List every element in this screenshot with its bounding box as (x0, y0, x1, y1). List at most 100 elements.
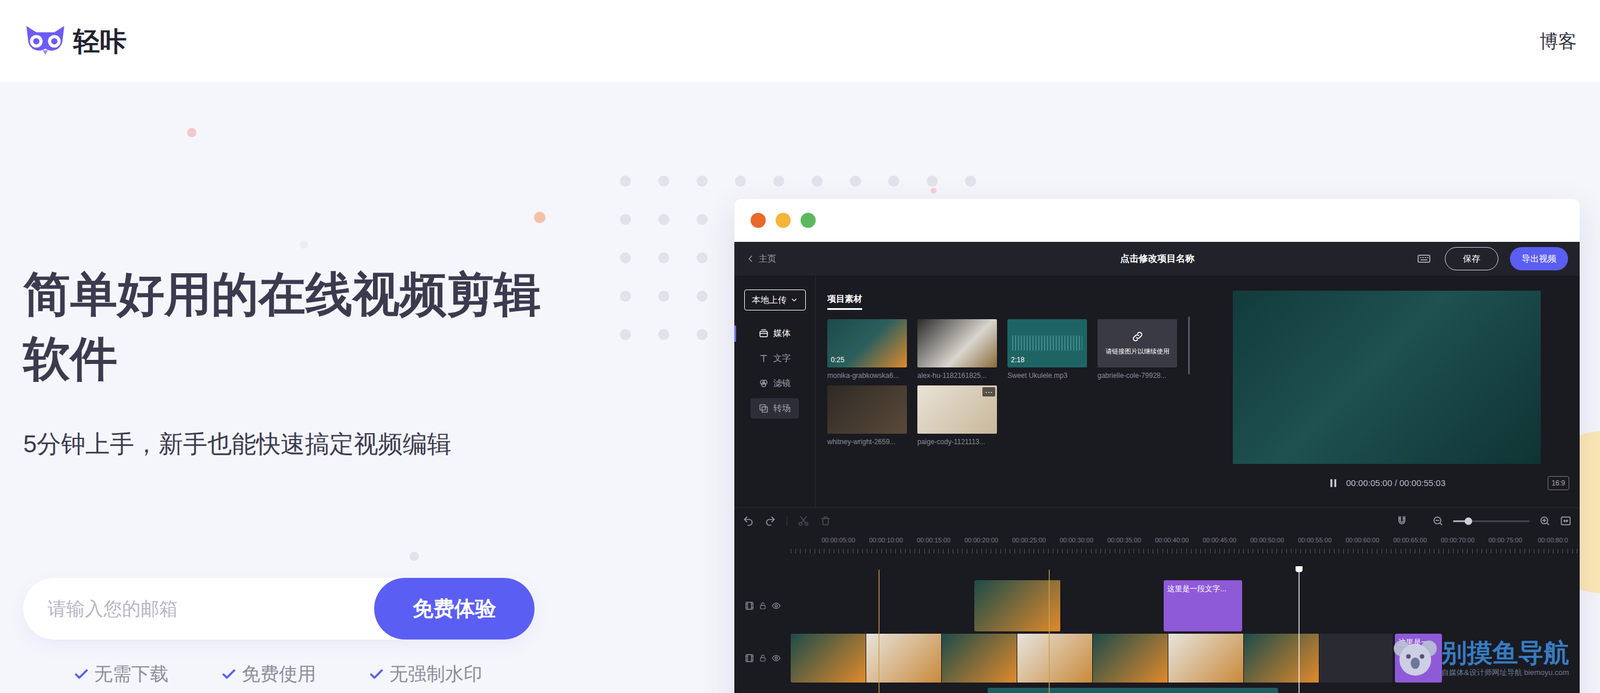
zoom-knob[interactable] (1464, 517, 1473, 525)
clip-label: 这里是一... (1398, 636, 1439, 647)
ruler-label: 00:00:55:00 (1290, 535, 1339, 544)
fit-icon[interactable] (1559, 514, 1572, 527)
timeline-track: 这里是一... (734, 633, 1580, 683)
editor-body: 本地上传媒体文字滤镜转场 项目素材 0:25monika-grabkowska6.… (734, 275, 1580, 508)
editor-topbar: 主页 点击修改项目名称 保存导出视频 (734, 241, 1580, 276)
redo-icon[interactable] (764, 514, 777, 527)
timeline-ruler[interactable]: 00:00:05:0000:00:10:0000:00:15:0000:00:2… (734, 533, 1580, 557)
pause-icon[interactable] (1327, 476, 1340, 489)
zoom-slider[interactable] (1453, 519, 1530, 522)
sidebar-item[interactable]: 滤镜 (734, 370, 816, 396)
sidebar-item-body: 滤镜 (750, 372, 799, 394)
save-button[interactable]: 保存 (1444, 246, 1499, 271)
asset-card[interactable]: ···paige-cody-1121113... (917, 385, 997, 447)
media-clip[interactable] (790, 633, 1320, 683)
sidebar-item[interactable]: 转场 (734, 395, 816, 421)
asset-card[interactable]: 0:25monika-grabkowska6... (827, 318, 907, 381)
logo-text[interactable]: 轻咔 (73, 27, 127, 55)
window-control[interactable] (800, 212, 816, 228)
feature-label: 无需下载 (94, 660, 169, 687)
selected-indicator (734, 325, 737, 342)
playhead[interactable] (1298, 569, 1300, 693)
logo-icon[interactable] (23, 23, 68, 60)
window-titlebar (734, 198, 1580, 242)
ruler-label: 00:00:45:00 (1195, 535, 1244, 544)
eye-icon[interactable] (771, 600, 781, 611)
eye-icon[interactable] (771, 653, 781, 663)
assets-grid: 0:25monika-grabkowska6...alex-hu-1182161… (827, 318, 1194, 447)
sidebar-label: 媒体 (773, 326, 791, 340)
feature-item: 无需下载 (73, 660, 169, 687)
trash-icon[interactable] (819, 514, 832, 527)
small-pink-dot (930, 187, 937, 194)
feature-label: 无强制水印 (389, 660, 483, 687)
clip-frame (1017, 633, 1093, 683)
undo-icon[interactable] (742, 514, 755, 527)
clip-frame (866, 633, 942, 683)
ruler-label: 00:00:65:00 (1386, 535, 1434, 544)
track-header (734, 633, 791, 683)
asset-name: Sweet Ukulele.mp3 (1007, 370, 1088, 381)
assets-scrollbar[interactable] (1188, 316, 1190, 375)
magnet-icon[interactable] (1396, 514, 1408, 527)
audio-clip[interactable] (987, 687, 1279, 693)
ruler-label: 00:00:35:00 (1100, 535, 1149, 544)
preview-panel: 00:00:05:00 / 00:00:55:0316:9 (1193, 275, 1580, 508)
chevron-down-icon (790, 295, 799, 304)
track-lane: 这里是一段文字... (790, 579, 1580, 631)
film-icon[interactable] (744, 600, 755, 611)
in-marker[interactable] (878, 569, 880, 693)
clip-frame (1243, 633, 1320, 683)
cta-button[interactable]: 免费体验 (374, 577, 535, 640)
link-icon (1131, 329, 1144, 343)
export-button[interactable]: 导出视频 (1509, 246, 1569, 271)
window-control[interactable] (775, 212, 791, 228)
nav: 博客 (1539, 27, 1577, 56)
sidebar-label: 滤镜 (773, 376, 791, 390)
playback-controls: 00:00:05:00 / 00:00:55:0316:9 (1193, 472, 1580, 493)
window-control[interactable] (750, 212, 766, 228)
asset-duration: 2:18 (1010, 354, 1025, 365)
feature-item: 免费使用 (220, 660, 317, 687)
app-preview: 主页 点击修改项目名称 保存导出视频 本地上传媒体文字滤镜转场 项目素材 0:25mo… (734, 81, 1580, 693)
project-name[interactable]: 点击修改项目名称 (1120, 251, 1195, 266)
hero-copy: 简单好用的在线视频剪辑软件5分钟上手，新手也能快速搞定视频编辑免费体验无需下载免… (0, 81, 735, 693)
upload-button[interactable]: 本地上传 (744, 289, 806, 311)
asset-thumbnail: 2:18 (1007, 318, 1088, 368)
email-input[interactable] (23, 577, 375, 640)
logo[interactable]: 轻咔 (23, 23, 127, 60)
out-marker[interactable] (1048, 569, 1050, 693)
media-clip[interactable] (974, 579, 1061, 631)
asset-card[interactable]: whitney-wright-2659... (827, 385, 907, 447)
clip-label: 这里是一段文字... (1167, 583, 1239, 594)
assets-tab[interactable]: 项目素材 (827, 292, 863, 310)
text-clip[interactable]: 这里是一... (1394, 633, 1442, 683)
clip-frame (941, 633, 1018, 683)
sidebar-item[interactable]: 文字 (734, 345, 816, 371)
asset-menu[interactable]: ··· (982, 386, 996, 397)
asset-card[interactable]: 请链接图片以继续使用gabrielle-cole-79928... (1097, 318, 1178, 381)
chevron-left-icon (745, 253, 756, 264)
aspect-ratio[interactable]: 16:9 (1547, 475, 1570, 490)
playhead-handle[interactable] (1295, 565, 1303, 572)
sidebar-item[interactable]: 媒体 (734, 320, 816, 346)
text-clip[interactable]: 这里是一段文字... (1163, 579, 1243, 631)
scissors-icon[interactable] (797, 514, 810, 527)
sidebar-item-body: 转场 (750, 397, 799, 419)
zoom-out-icon[interactable] (1432, 514, 1444, 527)
keyboard-icon[interactable] (1416, 251, 1431, 266)
nav-link[interactable]: 博客 (1539, 27, 1577, 56)
back-link[interactable]: 主页 (745, 252, 777, 266)
missing-notice: 请链接图片以继续使用 (1097, 318, 1178, 368)
signup-form: 免费体验 (23, 577, 535, 640)
track-lane (790, 687, 1580, 693)
sidebar-list: 媒体文字滤镜转场 (734, 320, 816, 421)
asset-name: whitney-wright-2659... (827, 436, 907, 447)
asset-card[interactable]: 2:18 Sweet Ukulele.mp3 (1007, 318, 1088, 381)
zoom-in-icon[interactable] (1538, 514, 1551, 527)
asset-card[interactable]: alex-hu-1182161825... (917, 318, 997, 381)
ruler-label: 00:00:25:00 (1005, 535, 1053, 544)
lock-icon[interactable] (758, 601, 767, 610)
film-icon[interactable] (744, 653, 755, 663)
lock-icon[interactable] (758, 653, 767, 662)
